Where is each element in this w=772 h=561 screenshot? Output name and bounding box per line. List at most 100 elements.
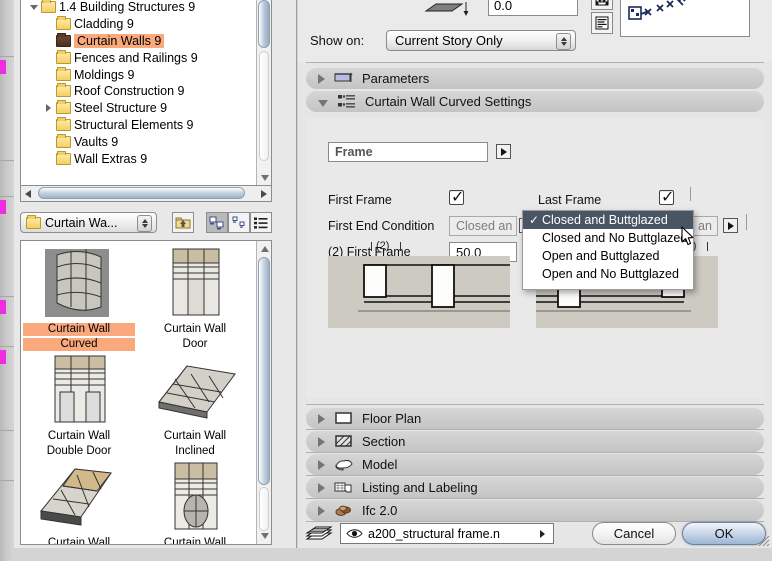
scrollbar-track[interactable] xyxy=(259,51,269,161)
last-frame-checkbox[interactable] xyxy=(659,190,674,205)
thumbnail-item-5[interactable]: Curtain WallRevolving Door xyxy=(139,459,251,545)
row-divider-1 xyxy=(690,187,691,201)
chevron-right-icon[interactable] xyxy=(318,483,325,493)
view-small-icons-button[interactable] xyxy=(228,212,250,233)
elevation-field[interactable]: 0.0 xyxy=(488,0,578,16)
tree-twisty-icon[interactable] xyxy=(28,0,41,15)
layer-file-popup[interactable]: a200_structural frame.n xyxy=(340,523,554,544)
dropdown-item-3[interactable]: Open and No Buttglazed xyxy=(523,265,693,283)
section-bar-listing-and-labeling[interactable]: Listing and Labeling xyxy=(306,477,764,498)
chevron-right-icon[interactable] xyxy=(318,506,325,516)
chevron-right-icon[interactable] xyxy=(318,414,325,424)
folder-tree-horizontal-scrollbar[interactable] xyxy=(20,186,272,202)
tree-item-0[interactable]: 1.4 Building Structures 9 xyxy=(21,0,271,16)
dropdown-item-0[interactable]: ✓Closed and Buttglazed xyxy=(523,211,693,229)
thumbnail-label-line1: Curtain Wall xyxy=(139,537,251,545)
chevron-right-icon[interactable] xyxy=(318,460,325,470)
thumbnail-label-line2: Inclined xyxy=(139,445,251,458)
frame-name-field[interactable]: Frame xyxy=(328,142,488,162)
scroll-down-arrow-icon[interactable] xyxy=(261,533,269,539)
section-icon xyxy=(334,434,354,450)
scrollbar-thumb[interactable] xyxy=(258,0,270,48)
scroll-up-arrow-icon[interactable] xyxy=(261,246,269,252)
left-frame-diagram-icon xyxy=(328,256,510,328)
tree-item-3[interactable]: Fences and Railings 9 xyxy=(21,49,271,66)
first-end-condition-field[interactable]: Closed an xyxy=(449,216,517,236)
end-condition-dropdown-menu[interactable]: ✓Closed and Buttglazed Closed and No Butt… xyxy=(522,210,694,290)
view-list-button[interactable] xyxy=(250,212,272,233)
thumbnail-scrollbar-thumb[interactable] xyxy=(258,257,270,485)
dropdown-item-label: Closed and No Buttglazed xyxy=(542,231,687,245)
background-pink-marker-4 xyxy=(0,350,6,364)
tree-item-label: Moldings 9 xyxy=(74,68,134,82)
folder-icon xyxy=(41,1,56,13)
3d-view-button[interactable] xyxy=(591,0,613,10)
cancel-button[interactable]: Cancel xyxy=(592,522,676,545)
view-large-icons-button[interactable] xyxy=(206,212,228,233)
folder-tree-rows: 1.4 Building Structures 9Cladding 9Curta… xyxy=(21,0,271,167)
first-frame-checkbox[interactable] xyxy=(449,190,464,205)
thumbnail-image-inclined-end-icon xyxy=(31,459,127,535)
section-divider-top xyxy=(306,404,764,405)
thumbnail-vertical-scrollbar[interactable] xyxy=(256,241,271,544)
tree-item-2[interactable]: Curtain Walls 9 xyxy=(21,33,271,50)
frame-next-button[interactable] xyxy=(496,144,511,159)
thumbnail-item-4[interactable]: Curtain WallInclined End xyxy=(23,459,135,545)
section-divider-5 xyxy=(306,498,764,499)
thumbnail-item-1[interactable]: Curtain WallDoor xyxy=(139,245,251,351)
folder-tree-vertical-scrollbar[interactable] xyxy=(256,0,271,185)
resize-grip-icon[interactable] xyxy=(757,534,770,547)
go-up-button[interactable] xyxy=(172,212,194,233)
tree-item-4[interactable]: Moldings 9 xyxy=(21,66,271,83)
background-divider-7 xyxy=(0,480,14,481)
parameters-icon xyxy=(334,71,354,87)
show-on-stepper-icon[interactable] xyxy=(556,33,571,50)
last-end-condition-popup-arrow[interactable] xyxy=(723,218,738,233)
tree-item-8[interactable]: Vaults 9 xyxy=(21,133,271,150)
show-on-popup[interactable]: Current Story Only xyxy=(386,30,576,51)
popup-arrow-icon[interactable] xyxy=(540,530,545,538)
slab-offset-icon xyxy=(422,2,474,16)
section-bar-model[interactable]: Model xyxy=(306,454,764,475)
chevron-right-icon[interactable] xyxy=(318,437,325,447)
chevron-down-icon[interactable] xyxy=(318,100,328,107)
tree-item-6[interactable]: Steel Structure 9 xyxy=(21,100,271,117)
section-bar-section[interactable]: Section xyxy=(306,431,764,452)
dropdown-item-2[interactable]: Open and Buttglazed xyxy=(523,247,693,265)
folder-popup-button[interactable]: Curtain Wa... xyxy=(20,212,157,233)
listing-button[interactable] xyxy=(591,12,613,34)
scroll-left-arrow-icon[interactable] xyxy=(25,190,31,198)
folder-popup-stepper-icon[interactable] xyxy=(137,215,152,232)
chevron-right-icon[interactable] xyxy=(318,74,325,84)
section-bar-floor-plan[interactable]: Floor Plan xyxy=(306,408,764,429)
object-thumbnail-list[interactable]: Curtain WallCurvedCurtain WallDoorCurtai… xyxy=(20,240,272,545)
background-divider-1 xyxy=(0,56,14,57)
dropdown-item-1[interactable]: Closed and No Buttglazed xyxy=(523,229,693,247)
thumbnail-item-3[interactable]: Curtain WallInclined xyxy=(139,352,251,458)
scroll-down-arrow-icon[interactable] xyxy=(261,175,269,181)
section-bar-ifc-2-0[interactable]: Ifc 2.0 xyxy=(306,500,764,521)
section-bar-parameters[interactable]: Parameters xyxy=(306,68,764,89)
tree-spacer xyxy=(43,151,56,167)
layer-stack-icon[interactable] xyxy=(304,524,334,544)
background-divider-4 xyxy=(0,296,14,297)
preview-sketch-icon xyxy=(621,0,749,36)
tree-item-9[interactable]: Wall Extras 9 xyxy=(21,150,271,167)
folder-tree[interactable]: 1.4 Building Structures 9Cladding 9Curta… xyxy=(20,0,272,186)
tree-item-1[interactable]: Cladding 9 xyxy=(21,16,271,33)
tree-item-5[interactable]: Roof Construction 9 xyxy=(21,83,271,100)
section-bar-curtain-wall-curved-settings[interactable]: Curtain Wall Curved Settings xyxy=(306,91,764,112)
element-preview xyxy=(620,0,750,37)
left-drawing-tick-label: (2) xyxy=(376,240,389,252)
scroll-right-arrow-icon[interactable] xyxy=(261,190,267,198)
last-end-condition-field[interactable]: an xyxy=(692,216,718,236)
hscrollbar-thumb[interactable] xyxy=(38,187,245,199)
thumbnail-item-0[interactable]: Curtain WallCurved xyxy=(23,245,135,351)
thumbnail-scrollbar-track[interactable] xyxy=(259,487,269,531)
tree-item-7[interactable]: Structural Elements 9 xyxy=(21,117,271,134)
tree-twisty-icon[interactable] xyxy=(43,100,56,116)
tree-spacer xyxy=(43,67,56,83)
show-on-label: Show on: xyxy=(310,33,364,48)
thumbnail-item-2[interactable]: Curtain WallDouble Door xyxy=(23,352,135,458)
ok-button[interactable]: OK xyxy=(682,522,766,545)
